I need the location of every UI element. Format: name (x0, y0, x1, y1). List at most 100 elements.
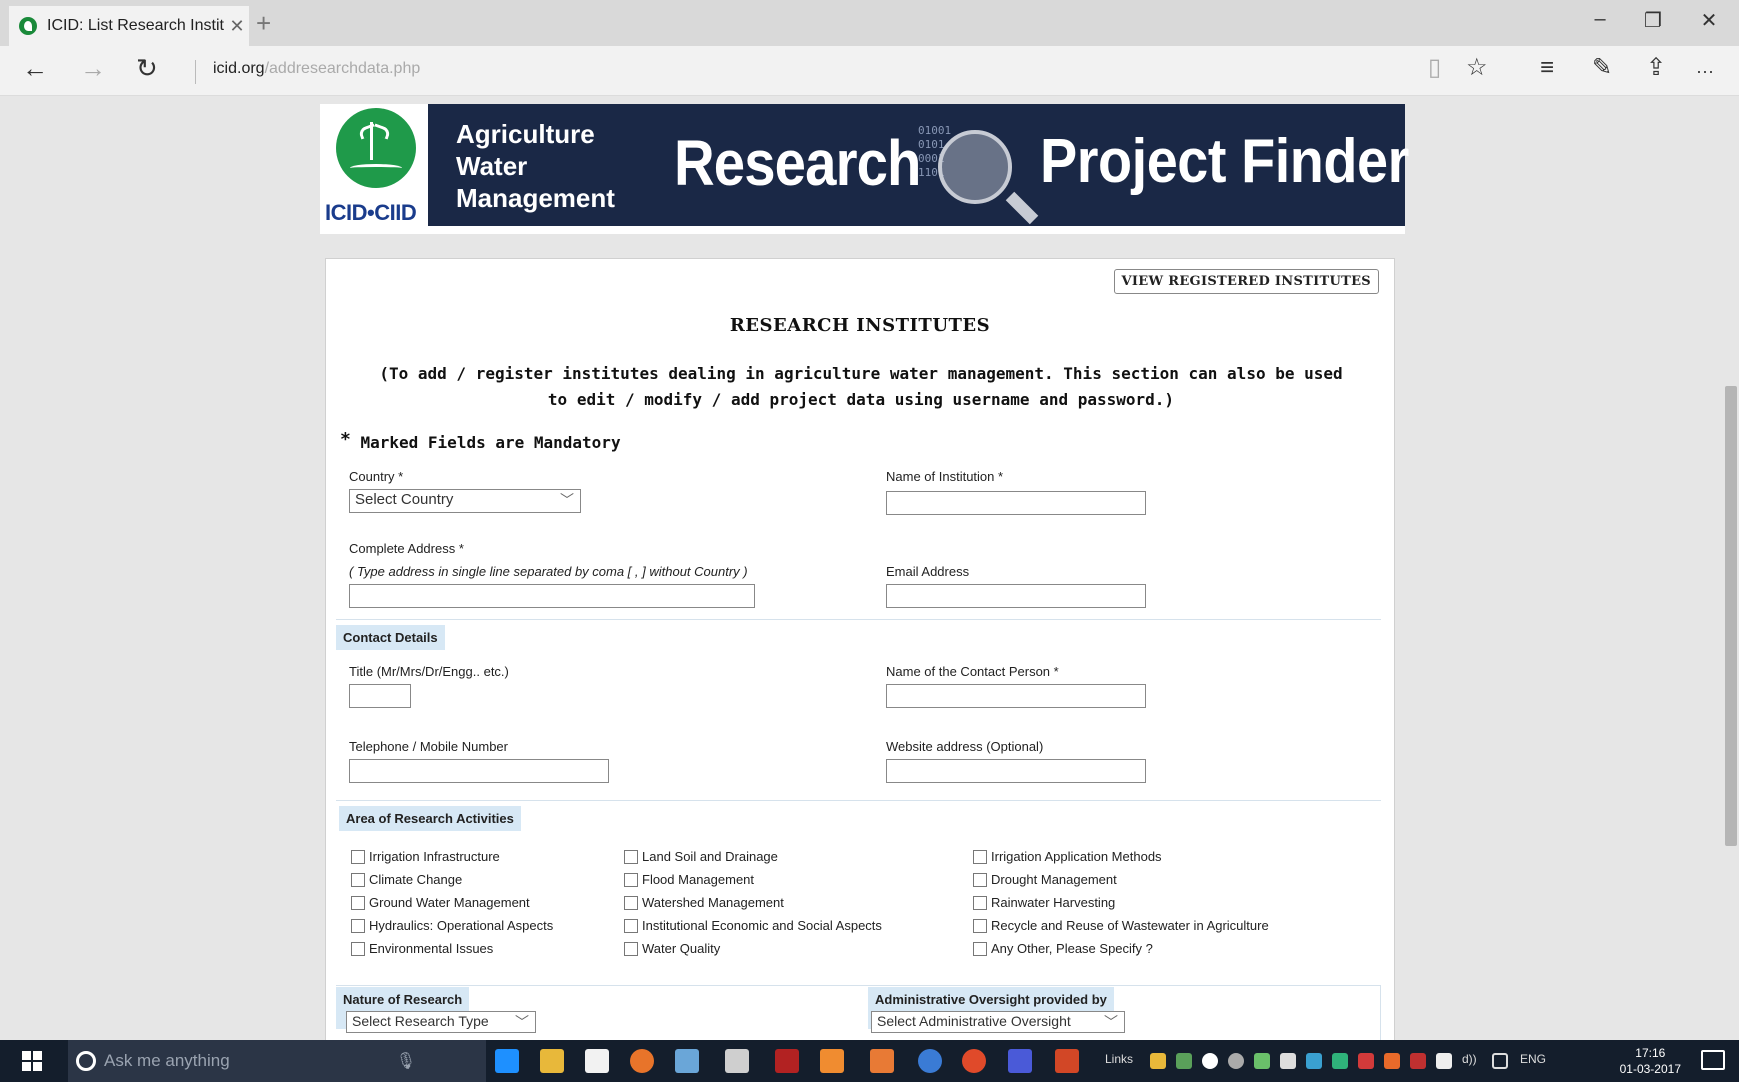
browser-tab-active[interactable]: ICID: List Research Instit ✕ (9, 6, 249, 46)
checkbox-box[interactable] (973, 918, 987, 933)
checkbox-box[interactable] (351, 895, 365, 910)
chrome-icon[interactable] (962, 1049, 986, 1073)
checkbox-institutional-aspects[interactable]: Institutional Economic and Social Aspect… (624, 918, 882, 933)
edge-taskbar-icon[interactable] (495, 1049, 519, 1073)
checkbox-flood-management[interactable]: Flood Management (624, 872, 754, 887)
checkbox-climate-change[interactable]: Climate Change (351, 872, 462, 887)
windows-start-icon[interactable] (22, 1051, 42, 1071)
language-indicator[interactable]: ENG (1520, 1052, 1546, 1066)
share-icon[interactable]: ⇪ (1646, 56, 1666, 80)
tray-app-icon[interactable] (1384, 1053, 1400, 1069)
checkbox-ground-water-management[interactable]: Ground Water Management (351, 895, 530, 910)
institution-input[interactable] (886, 491, 1146, 515)
divider (336, 800, 1381, 801)
checkbox-box[interactable] (624, 849, 638, 864)
powerpoint-icon[interactable] (1055, 1049, 1079, 1073)
mail-icon[interactable] (1008, 1049, 1032, 1073)
acrobat-tray-icon[interactable] (1410, 1053, 1426, 1069)
tray-app-icon[interactable] (1202, 1053, 1218, 1069)
tray-app-icon[interactable] (1228, 1053, 1244, 1069)
favorite-star-icon[interactable]: ☆ (1466, 56, 1488, 80)
checkbox-box[interactable] (973, 849, 987, 864)
contact-person-input[interactable] (886, 684, 1146, 708)
links-toolbar[interactable]: Links (1105, 1052, 1133, 1066)
system-clock[interactable]: 17:16 01-03-2017 (1620, 1045, 1681, 1077)
folder-app-icon[interactable] (675, 1049, 699, 1073)
back-icon[interactable]: ← (22, 55, 48, 81)
mandatory-text: Marked Fields are Mandatory (360, 433, 621, 452)
checkbox-any-other[interactable]: Any Other, Please Specify ? (973, 941, 1153, 956)
minimize-icon[interactable]: – (1575, 8, 1625, 31)
checkbox-drought-management[interactable]: Drought Management (973, 872, 1117, 887)
checkbox-rainwater-harvesting[interactable]: Rainwater Harvesting (973, 895, 1115, 910)
onedrive-icon[interactable] (1280, 1053, 1296, 1069)
url-field[interactable]: icid.org/addresearchdata.php (213, 60, 420, 78)
gmail-tray-icon[interactable] (1358, 1053, 1374, 1069)
admin-oversight-select[interactable]: Select Administrative Oversight ﹀ (871, 1011, 1125, 1033)
reading-view-icon[interactable]: ▯ (1428, 56, 1441, 80)
tab-close-icon[interactable]: ✕ (225, 16, 249, 37)
page-scrollbar[interactable] (1722, 96, 1739, 1040)
email-input[interactable] (886, 584, 1146, 608)
tray-app-icon[interactable] (1176, 1053, 1192, 1069)
address-bar: ← → ↻ icid.org/addresearchdata.php ▯ ☆ ≡… (0, 46, 1739, 96)
tray-app-icon[interactable] (1306, 1053, 1322, 1069)
tray-app-icon[interactable] (1332, 1053, 1348, 1069)
checkbox-box[interactable] (351, 849, 365, 864)
checkbox-label: Recycle and Reuse of Wastewater in Agric… (991, 918, 1269, 933)
checkbox-water-quality[interactable]: Water Quality (624, 941, 720, 956)
checkbox-box[interactable] (351, 941, 365, 956)
checkbox-watershed-management[interactable]: Watershed Management (624, 895, 784, 910)
address-input[interactable] (349, 584, 755, 608)
action-center-icon[interactable] (1701, 1050, 1725, 1070)
restore-icon[interactable]: ❐ (1628, 8, 1678, 33)
refresh-icon[interactable]: ↻ (136, 55, 158, 81)
checkbox-box[interactable] (973, 895, 987, 910)
cortana-search-box[interactable]: Ask me anything 🎙 (68, 1040, 486, 1082)
web-note-icon[interactable]: ✎ (1592, 56, 1612, 80)
file-explorer-icon[interactable] (540, 1049, 564, 1073)
internet-explorer-icon[interactable] (918, 1049, 942, 1073)
cortana-placeholder: Ask me anything (104, 1051, 230, 1070)
hub-icon[interactable]: ≡ (1540, 56, 1554, 80)
store-icon[interactable] (585, 1049, 609, 1073)
new-tab-icon[interactable]: + (256, 10, 271, 36)
checkbox-recycle-wastewater[interactable]: Recycle and Reuse of Wastewater in Agric… (973, 918, 1269, 933)
website-input[interactable] (886, 759, 1146, 783)
calculator-icon[interactable] (725, 1049, 749, 1073)
checkbox-irrigation-application[interactable]: Irrigation Application Methods (973, 849, 1162, 864)
app-orange-2-icon[interactable] (870, 1049, 894, 1073)
forward-icon[interactable]: → (80, 55, 106, 81)
checkbox-box[interactable] (624, 918, 638, 933)
volume-icon[interactable]: d)) (1462, 1052, 1477, 1066)
checkbox-irrigation-infrastructure[interactable]: Irrigation Infrastructure (351, 849, 500, 864)
view-registered-institutes-button[interactable]: VIEW REGISTERED INSTITUTES (1113, 269, 1379, 294)
more-icon[interactable]: ··· (1696, 62, 1714, 80)
app-orange-icon[interactable] (820, 1049, 844, 1073)
research-type-select[interactable]: Select Research Type ﹀ (346, 1011, 536, 1033)
battery-icon[interactable] (1436, 1053, 1452, 1069)
checkbox-environmental-issues[interactable]: Environmental Issues (351, 941, 493, 956)
checkbox-box[interactable] (351, 918, 365, 933)
checkbox-box[interactable] (624, 941, 638, 956)
network-icon[interactable] (1492, 1053, 1508, 1069)
title-input[interactable] (349, 684, 411, 708)
checkbox-box[interactable] (624, 872, 638, 887)
phone-input[interactable] (349, 759, 609, 783)
checkbox-land-soil-drainage[interactable]: Land Soil and Drainage (624, 849, 778, 864)
checkbox-box[interactable] (973, 941, 987, 956)
microphone-icon[interactable]: 🎙 (396, 1051, 416, 1071)
checkbox-label: Rainwater Harvesting (991, 895, 1116, 910)
tray-app-icon[interactable] (1254, 1053, 1270, 1069)
close-window-icon[interactable]: ✕ (1684, 8, 1734, 33)
scrollbar-thumb[interactable] (1725, 386, 1737, 846)
checkbox-box[interactable] (624, 895, 638, 910)
address-label: Complete Address * (349, 541, 464, 556)
checkbox-hydraulics[interactable]: Hydraulics: Operational Aspects (351, 918, 553, 933)
filezilla-icon[interactable] (775, 1049, 799, 1073)
country-select[interactable]: Select Country ﹀ (349, 489, 581, 513)
firefox-icon[interactable] (630, 1049, 654, 1073)
checkbox-box[interactable] (351, 872, 365, 887)
tray-app-icon[interactable] (1150, 1053, 1166, 1069)
checkbox-box[interactable] (973, 872, 987, 887)
